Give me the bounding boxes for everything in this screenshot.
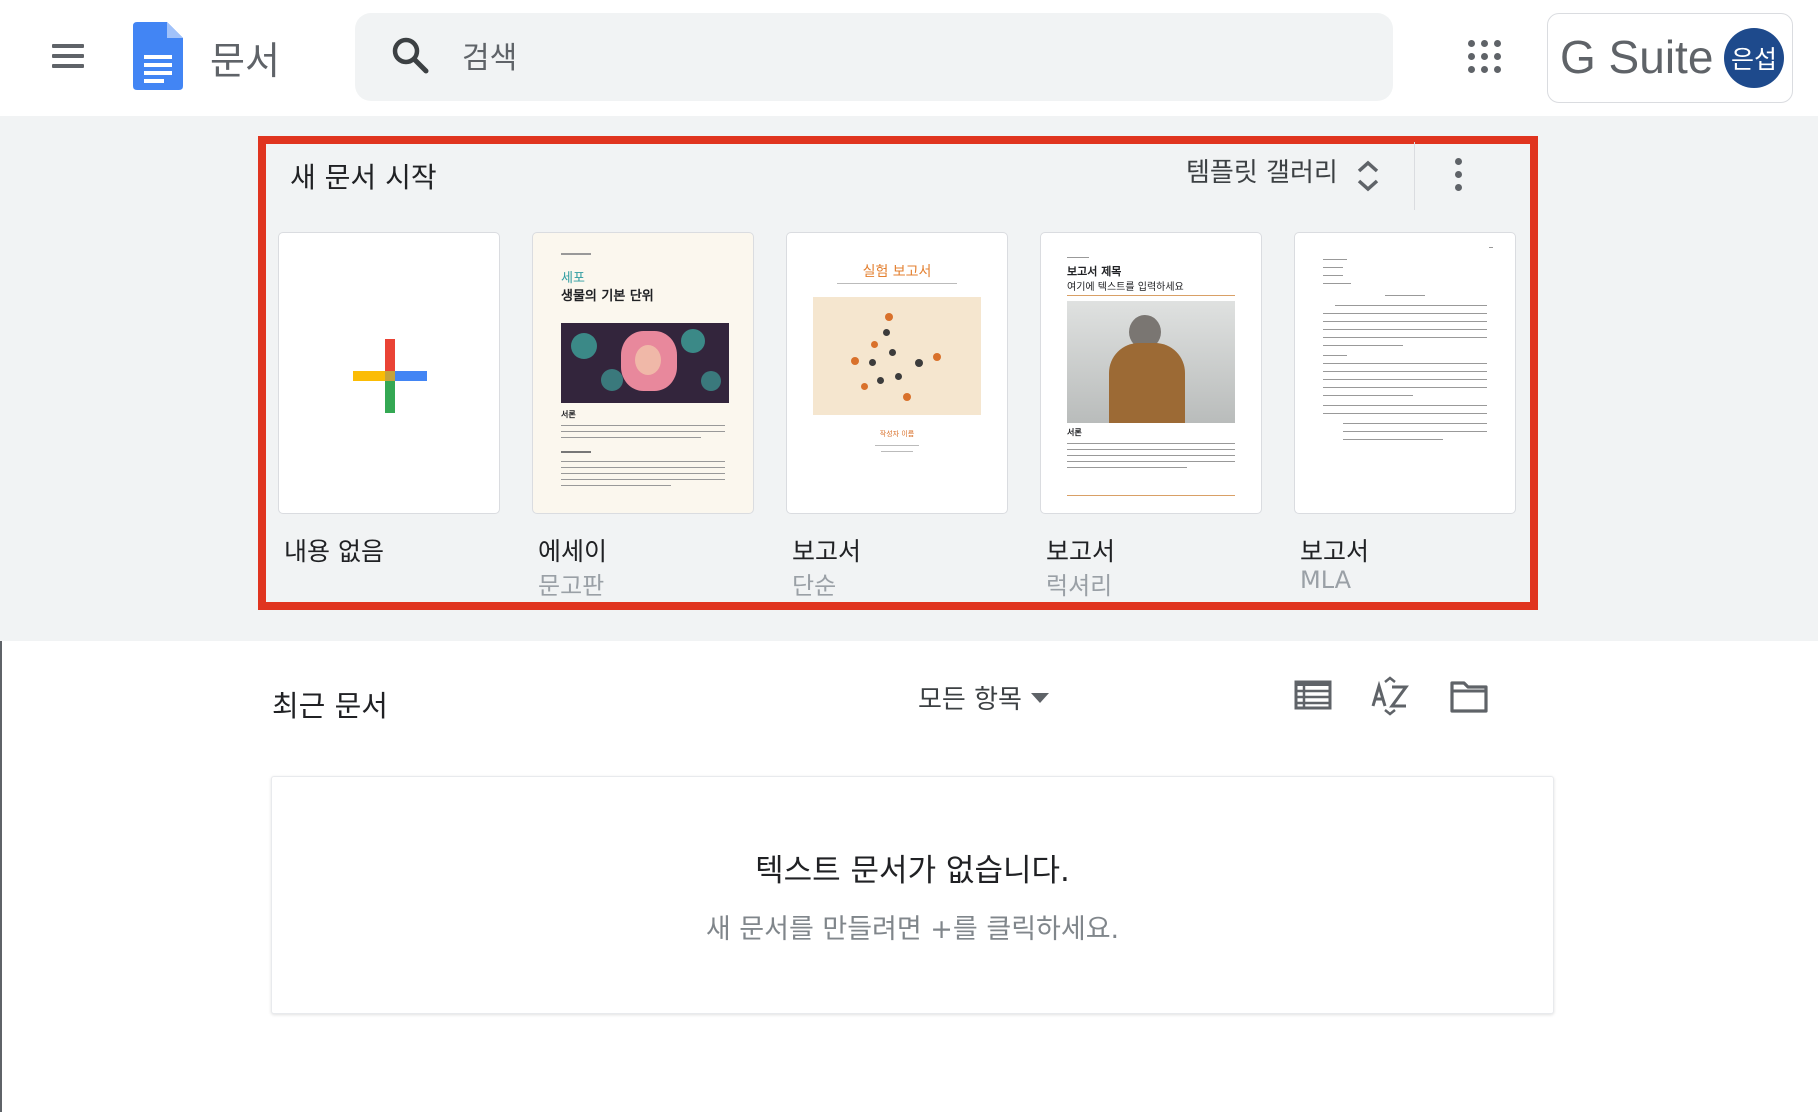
template-card-blank[interactable]: [278, 232, 500, 514]
list-view-icon[interactable]: [1294, 676, 1332, 718]
search-icon[interactable]: [390, 35, 432, 81]
template-card-report-simple[interactable]: 실험 보고서 작성자 이름: [786, 232, 1008, 514]
template-label: 내용 없음: [284, 537, 384, 566]
gsuite-logo: G Suite: [1560, 31, 1714, 83]
preview-subtitle: 여기에 텍스트를 입력하세요: [1067, 282, 1184, 293]
preview-image: [813, 297, 981, 415]
folder-icon[interactable]: [1449, 676, 1489, 720]
preview-title: 보고서 제목: [1067, 265, 1122, 278]
unfold-icon[interactable]: [1354, 158, 1382, 198]
divider: [1414, 142, 1415, 210]
template-card-essay[interactable]: 세포 생물의 기본 단위 서론: [532, 232, 754, 514]
apps-grid-icon[interactable]: [1468, 40, 1506, 78]
app-title[interactable]: 문서: [210, 30, 280, 85]
template-sublabel: 문고판: [538, 572, 605, 600]
template-sublabel: 럭셔리: [1046, 572, 1113, 600]
chevron-down-icon[interactable]: [1031, 693, 1049, 703]
preview-image: [1067, 301, 1235, 423]
menu-icon[interactable]: [46, 38, 90, 74]
preview-title: 실험 보고서: [862, 264, 932, 280]
docs-logo-icon[interactable]: [133, 22, 183, 94]
avatar[interactable]: 은섭: [1724, 28, 1784, 88]
owner-filter-dropdown[interactable]: 모든 항목: [918, 679, 1022, 716]
template-label: 보고서: [1300, 537, 1370, 566]
template-label: 보고서: [792, 537, 862, 566]
account-switcher[interactable]: G Suite 은섭: [1547, 13, 1793, 103]
template-sublabel: MLA: [1300, 566, 1352, 594]
preview-image: [561, 323, 729, 403]
preview-author: 작성자 이름: [879, 430, 915, 438]
template-sublabel: 단순: [792, 572, 837, 600]
recent-documents-title: 최근 문서: [272, 689, 388, 723]
template-label: 에세이: [538, 537, 608, 566]
plus-icon: [353, 339, 427, 417]
empty-state-card: 텍스트 문서가 없습니다. 새 문서를 만들려면 +를 클릭하세요.: [271, 776, 1554, 1014]
preview-title: 생물의 기본 단위: [561, 289, 654, 304]
sort-az-icon[interactable]: [1370, 676, 1410, 720]
search-input[interactable]: [460, 31, 1364, 85]
template-card-report-luxury[interactable]: 보고서 제목 여기에 텍스트를 입력하세요 서론: [1040, 232, 1262, 514]
template-gallery-button[interactable]: 템플릿 갤러리: [1186, 152, 1338, 192]
preview-title-small: 세포: [561, 271, 585, 286]
top-bar: 문서 G Suite 은섭: [0, 0, 1818, 117]
search-bar[interactable]: [355, 13, 1393, 101]
template-section-title: 새 문서 시작: [290, 161, 437, 194]
template-card-report-mla[interactable]: [1294, 232, 1516, 514]
template-label: 보고서: [1046, 537, 1116, 566]
empty-state-subtitle: 새 문서를 만들려면 +를 클릭하세요.: [705, 914, 1120, 945]
preview-heading: 서론: [561, 410, 576, 419]
more-vert-icon[interactable]: [1448, 156, 1468, 196]
empty-state-title: 텍스트 문서가 없습니다.: [755, 853, 1070, 889]
preview-heading: 서론: [1067, 428, 1082, 437]
